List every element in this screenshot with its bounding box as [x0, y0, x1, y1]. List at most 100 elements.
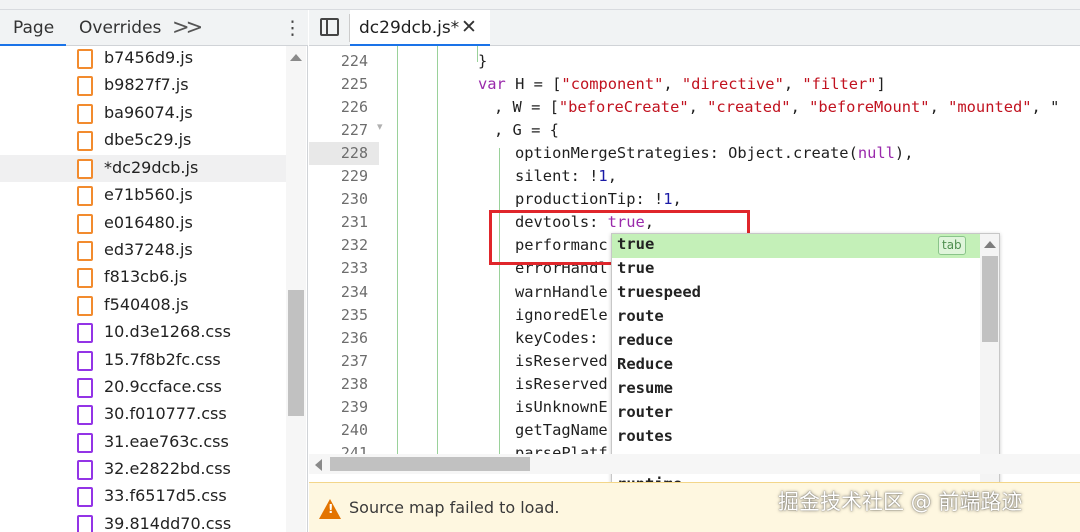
autocomplete-item[interactable]: true: [612, 258, 980, 282]
line-number[interactable]: 228: [309, 142, 379, 166]
autocomplete-item[interactable]: route: [612, 306, 980, 330]
autocomplete-scrollbar-thumb[interactable]: [982, 256, 998, 342]
close-icon[interactable]: ✕: [461, 16, 477, 38]
code-line[interactable]: 228 optionMergeStrategies: Object.create(…: [309, 142, 1080, 166]
code-line[interactable]: 230 productionTip: !1,: [309, 188, 1080, 211]
file-name: 32.e2822bd.css: [104, 459, 231, 478]
code-text: , G = {: [494, 121, 559, 140]
autocomplete-item[interactable]: routes: [612, 426, 980, 450]
line-number[interactable]: 234: [309, 281, 379, 304]
code-line[interactable]: 226 , W = ["beforeCreate", "created", "be…: [309, 96, 1080, 119]
css-file-icon: [77, 487, 93, 507]
code-text: , W = ["beforeCreate", "created", "befor…: [494, 98, 1060, 117]
autocomplete-item[interactable]: resume: [612, 378, 980, 402]
file-name: f813cb6.js: [104, 267, 188, 286]
autocomplete-item[interactable]: reduce: [612, 330, 980, 354]
line-number[interactable]: 238: [309, 373, 379, 396]
line-number[interactable]: 230: [309, 188, 379, 211]
kebab-menu-icon[interactable]: ⋮: [283, 17, 302, 39]
file-name: *dc29dcb.js: [104, 158, 199, 177]
line-number[interactable]: 236: [309, 327, 379, 350]
file-item[interactable]: 32.e2822bd.css: [0, 456, 286, 483]
tab-page[interactable]: Page: [13, 18, 54, 38]
code-text: getTagName: [515, 420, 608, 439]
file-item[interactable]: b9827f7.js: [0, 72, 286, 99]
line-number[interactable]: 237: [309, 350, 379, 373]
line-number[interactable]: 226: [309, 96, 379, 119]
css-file-icon: [77, 515, 93, 532]
autocomplete-item-label: router: [617, 403, 673, 421]
line-number[interactable]: 235: [309, 304, 379, 327]
code-line[interactable]: 225 var H = ["component", "directive", "f…: [309, 73, 1080, 96]
line-number[interactable]: 231: [309, 211, 379, 234]
line-number[interactable]: 224: [309, 50, 379, 73]
code-line[interactable]: 229 silent: !1,: [309, 165, 1080, 188]
file-item[interactable]: 20.9ccface.css: [0, 374, 286, 401]
tab-overrides[interactable]: Overrides: [79, 18, 161, 38]
scroll-left-arrow-icon[interactable]: [315, 459, 322, 471]
autocomplete-item-label: truespeed: [617, 283, 701, 301]
file-item[interactable]: e71b560.js: [0, 182, 286, 209]
autocomplete-item-label: routes: [617, 427, 673, 445]
autocomplete-item-label: Reduce: [617, 355, 673, 373]
file-name: 10.d3e1268.css: [104, 322, 231, 341]
scroll-up-arrow-icon[interactable]: [984, 241, 996, 248]
file-item[interactable]: 15.7f8b2fc.css: [0, 347, 286, 374]
code-line[interactable]: 224}: [309, 50, 1080, 73]
editor-tab-dc29dcb[interactable]: dc29dcb.js* ✕: [350, 10, 490, 46]
sidebar-toggle-icon[interactable]: [320, 18, 339, 36]
editor-tab-label: dc29dcb.js*: [359, 18, 460, 38]
file-item[interactable]: 30.f010777.css: [0, 401, 286, 428]
line-number[interactable]: 229: [309, 165, 379, 188]
autocomplete-item[interactable]: true tab: [612, 234, 980, 258]
editor-horizontal-scrollbar[interactable]: [309, 454, 1080, 474]
file-item[interactable]: b7456d9.js: [0, 46, 286, 72]
file-name: 15.7f8b2fc.css: [104, 350, 221, 369]
line-number[interactable]: 225: [309, 73, 379, 96]
file-name: 31.eae763c.css: [104, 432, 229, 451]
js-file-icon: [77, 296, 93, 316]
code-text: productionTip: !1,: [515, 190, 682, 209]
horizontal-scrollbar-thumb[interactable]: [330, 457, 530, 471]
file-item[interactable]: 31.eae763c.css: [0, 429, 286, 456]
file-name: 33.f6517d5.css: [104, 486, 227, 505]
js-file-icon: [77, 131, 93, 151]
file-item[interactable]: 10.d3e1268.css: [0, 319, 286, 346]
file-name: dbe5c29.js: [104, 130, 192, 149]
file-item[interactable]: e016480.js: [0, 210, 286, 237]
line-number[interactable]: 239: [309, 396, 379, 419]
autocomplete-item[interactable]: Reduce: [612, 354, 980, 378]
file-item[interactable]: 39.814dd70.css: [0, 511, 286, 532]
css-file-icon: [77, 323, 93, 343]
code-line[interactable]: 227 , G = { ▾: [309, 119, 1080, 142]
line-number[interactable]: 227: [309, 119, 379, 142]
file-item[interactable]: f540408.js: [0, 292, 286, 319]
js-file-icon: [77, 186, 93, 206]
file-item[interactable]: 33.f6517d5.css: [0, 483, 286, 510]
file-name: ba96074.js: [104, 103, 193, 122]
line-number[interactable]: 240: [309, 419, 379, 442]
file-item[interactable]: ba96074.js: [0, 100, 286, 127]
fold-arrow-icon[interactable]: ▾: [377, 120, 383, 133]
line-number[interactable]: 233: [309, 257, 379, 280]
navigator-scrollbar[interactable]: [286, 46, 306, 532]
file-item[interactable]: *dc29dcb.js: [0, 155, 286, 182]
autocomplete-item-label: true: [617, 235, 655, 253]
code-text: isUnknownE: [515, 397, 608, 416]
code-text: isReserved: [515, 351, 608, 370]
scroll-up-arrow-icon[interactable]: [290, 54, 302, 61]
tab-hint-badge: tab: [938, 236, 966, 255]
js-file-icon: [77, 241, 93, 261]
file-item[interactable]: dbe5c29.js: [0, 127, 286, 154]
js-file-icon: [77, 268, 93, 288]
js-file-icon: [77, 159, 93, 179]
file-name: b7456d9.js: [104, 48, 194, 67]
autocomplete-item[interactable]: truespeed: [612, 282, 980, 306]
autocomplete-item[interactable]: router: [612, 402, 980, 426]
file-item[interactable]: ed37248.js: [0, 237, 286, 264]
line-number[interactable]: 232: [309, 234, 379, 257]
scrollbar-thumb[interactable]: [288, 290, 304, 416]
file-item[interactable]: f813cb6.js: [0, 264, 286, 291]
line-number[interactable]: 241: [309, 442, 379, 454]
chevron-double-right-icon[interactable]: >>: [172, 15, 203, 39]
